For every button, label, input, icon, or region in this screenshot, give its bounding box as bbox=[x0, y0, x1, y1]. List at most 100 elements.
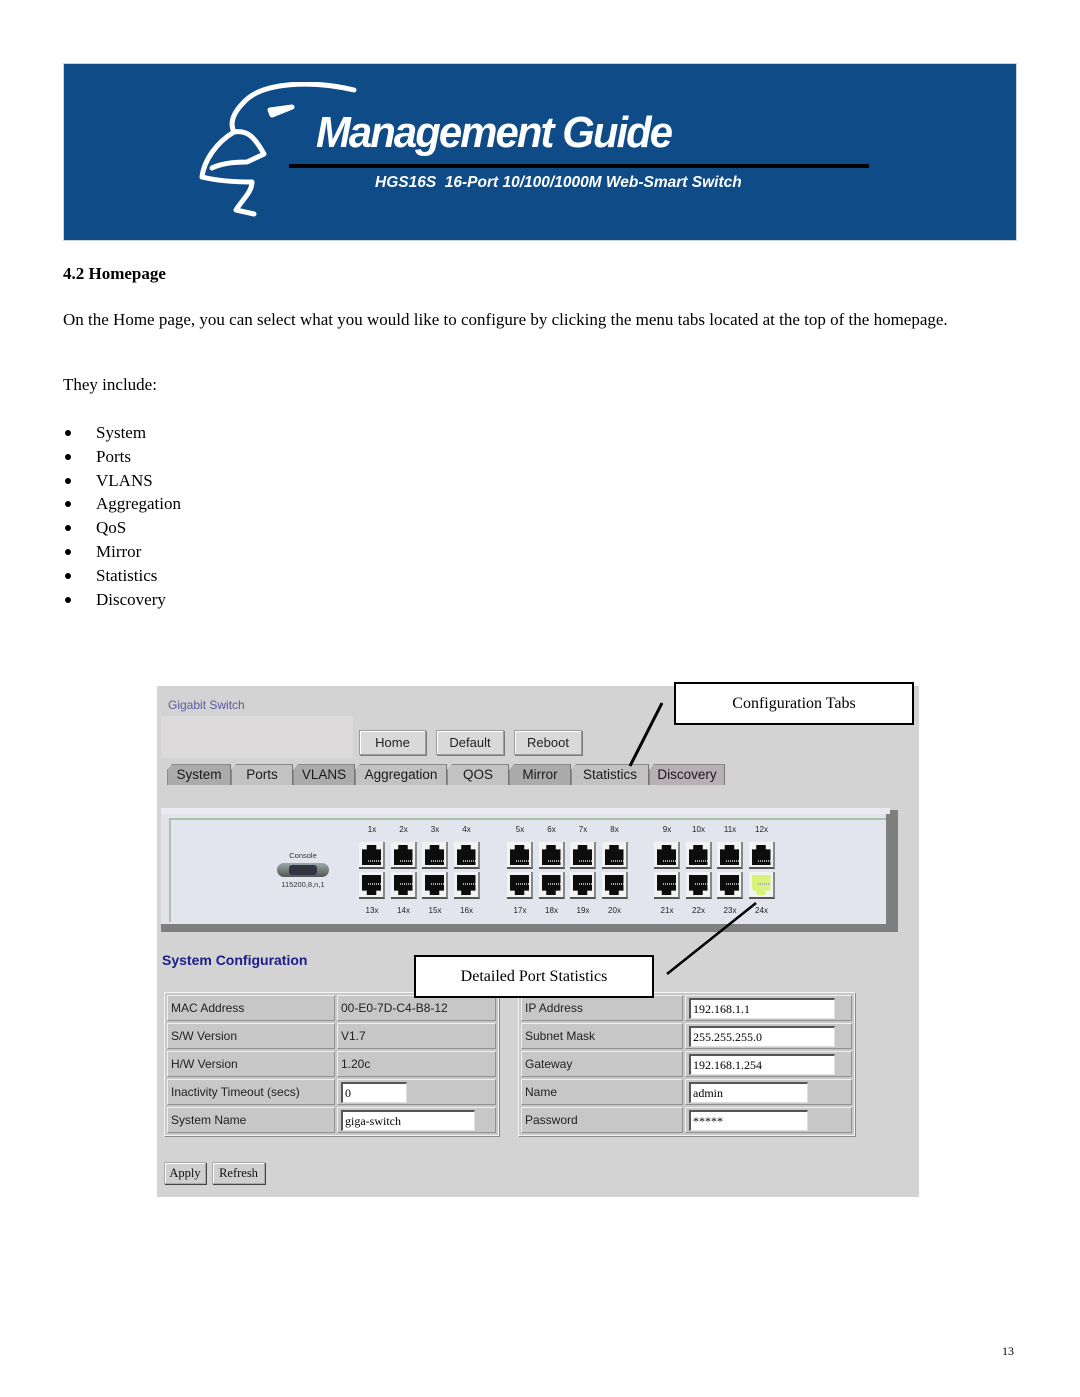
port-label: 23x bbox=[723, 906, 737, 915]
ethernet-port[interactable] bbox=[422, 872, 448, 899]
port-pins bbox=[368, 860, 381, 862]
port-label: 6x bbox=[547, 825, 556, 834]
port-label: 14x bbox=[397, 906, 410, 915]
ethernet-port[interactable] bbox=[601, 872, 628, 899]
tab-ports[interactable]: Ports bbox=[231, 764, 293, 785]
port-label: 2x bbox=[399, 825, 408, 834]
port-pins bbox=[579, 883, 592, 885]
tab-system[interactable]: System bbox=[167, 764, 231, 785]
ethernet-port[interactable] bbox=[359, 842, 385, 869]
ethernet-port[interactable] bbox=[390, 842, 417, 869]
tab-qos[interactable]: QOS bbox=[447, 764, 509, 785]
rj45-jack-icon bbox=[510, 845, 529, 865]
rj45-jack-icon bbox=[425, 845, 444, 865]
ethernet-port[interactable] bbox=[654, 872, 680, 899]
rj45-jack-icon bbox=[456, 845, 476, 865]
list-item: Mirror bbox=[63, 540, 181, 564]
rj45-jack-icon bbox=[362, 875, 381, 895]
tab-aggregation[interactable]: Aggregation bbox=[355, 764, 447, 785]
port-pins bbox=[757, 860, 771, 862]
table-row: System Name giga-switch bbox=[167, 1107, 496, 1133]
app-title: Gigabit Switch bbox=[168, 698, 245, 712]
rj45-jack-icon bbox=[573, 875, 592, 895]
password-input[interactable]: ***** bbox=[689, 1109, 808, 1131]
ethernet-port[interactable] bbox=[570, 872, 596, 899]
ethernet-port[interactable] bbox=[685, 842, 712, 869]
apply-button[interactable]: Apply bbox=[164, 1162, 206, 1184]
password-label: Password bbox=[521, 1107, 683, 1133]
port-label: 12x bbox=[755, 825, 768, 834]
ethernet-port[interactable] bbox=[685, 872, 712, 899]
sw-version-value: V1.7 bbox=[337, 1023, 496, 1049]
ip-address-label: IP Address bbox=[521, 995, 683, 1021]
rj45-jack-icon bbox=[604, 845, 624, 865]
ethernet-port[interactable] bbox=[507, 872, 533, 899]
port-pins bbox=[579, 860, 592, 862]
bullet-icon bbox=[65, 572, 71, 579]
ethernet-port[interactable] bbox=[570, 842, 596, 869]
rj45-jack-icon bbox=[425, 875, 444, 895]
system-configuration-heading: System Configuration bbox=[162, 952, 308, 968]
refresh-button[interactable]: Refresh bbox=[212, 1162, 265, 1184]
reboot-button[interactable]: Reboot bbox=[514, 730, 582, 755]
gateway-input[interactable]: 192.168.1.254 bbox=[689, 1053, 835, 1075]
ethernet-port[interactable] bbox=[538, 872, 565, 899]
ethernet-port-active[interactable] bbox=[748, 872, 775, 899]
banner-title: Management Guide bbox=[316, 108, 673, 157]
inactivity-timeout-input[interactable]: 0 bbox=[341, 1081, 407, 1103]
system-name-input[interactable]: giga-switch bbox=[341, 1109, 475, 1131]
tab-statistics[interactable]: Statistics bbox=[571, 764, 649, 785]
rj45-jack-icon bbox=[393, 875, 413, 895]
mac-address-value: 00-E0-7D-C4-B8-12 bbox=[337, 995, 496, 1021]
port-label: 5x bbox=[515, 825, 525, 834]
port-label: 24x bbox=[755, 906, 768, 915]
list-intro: They include: bbox=[63, 375, 157, 394]
ethernet-port[interactable] bbox=[453, 872, 480, 899]
rj45-jack-icon bbox=[510, 875, 529, 895]
banner-subtitle: HGS16S 16-Port 10/100/1000M Web-Smart Sw… bbox=[375, 174, 742, 191]
bullet-icon bbox=[65, 430, 71, 436]
ethernet-port[interactable] bbox=[507, 842, 533, 869]
tab-vlans[interactable]: VLANS bbox=[293, 764, 355, 785]
rj45-jack-icon bbox=[688, 875, 708, 895]
detailed-port-statistics-callout: Detailed Port Statistics bbox=[414, 955, 654, 998]
port-pins bbox=[368, 883, 381, 885]
sw-version-label: S/W Version bbox=[167, 1023, 335, 1049]
bullet-icon bbox=[65, 453, 71, 460]
ethernet-port[interactable] bbox=[422, 842, 448, 869]
ip-address-input[interactable]: 192.168.1.1 bbox=[689, 997, 835, 1019]
port-label: 20x bbox=[608, 906, 621, 915]
ethernet-port[interactable] bbox=[453, 842, 480, 869]
port-pins bbox=[399, 860, 413, 862]
ethernet-port[interactable] bbox=[601, 842, 628, 869]
name-input[interactable]: admin bbox=[689, 1081, 808, 1103]
ethernet-port[interactable] bbox=[717, 842, 743, 869]
ethernet-port[interactable] bbox=[748, 842, 775, 869]
banner-divider bbox=[289, 164, 869, 168]
ethernet-port[interactable] bbox=[717, 872, 743, 899]
default-button[interactable]: Default bbox=[436, 730, 504, 755]
tab-discovery[interactable]: Discovery bbox=[649, 764, 725, 785]
rj45-jack-icon bbox=[393, 845, 413, 865]
bullet-icon bbox=[65, 525, 71, 532]
rj45-jack-icon bbox=[456, 875, 476, 895]
ethernet-port[interactable] bbox=[538, 842, 565, 869]
tab-mirror[interactable]: Mirror bbox=[509, 764, 571, 785]
ethernet-port[interactable] bbox=[359, 872, 385, 899]
ethernet-port[interactable] bbox=[390, 872, 417, 899]
port-pins bbox=[547, 883, 561, 885]
list-item: Discovery bbox=[63, 588, 181, 612]
ethernet-port[interactable] bbox=[654, 842, 680, 869]
console-label: Console bbox=[289, 851, 317, 860]
port-label: 16x bbox=[460, 906, 473, 915]
port-label: 1x bbox=[367, 825, 377, 834]
port-pins bbox=[462, 860, 476, 862]
rj45-jack-icon bbox=[573, 845, 592, 865]
console-port: Console 115200,8,n,1 bbox=[269, 851, 337, 889]
table-row: Gateway 192.168.1.254 bbox=[521, 1051, 852, 1077]
subnet-mask-input[interactable]: 255.255.255.0 bbox=[689, 1025, 835, 1047]
configuration-tabs-callout: Configuration Tabs bbox=[674, 682, 914, 725]
configuration-tabs: System Ports VLANS Aggregation QOS Mirro… bbox=[167, 764, 725, 785]
port-pins bbox=[663, 860, 676, 862]
home-button[interactable]: Home bbox=[359, 730, 426, 755]
